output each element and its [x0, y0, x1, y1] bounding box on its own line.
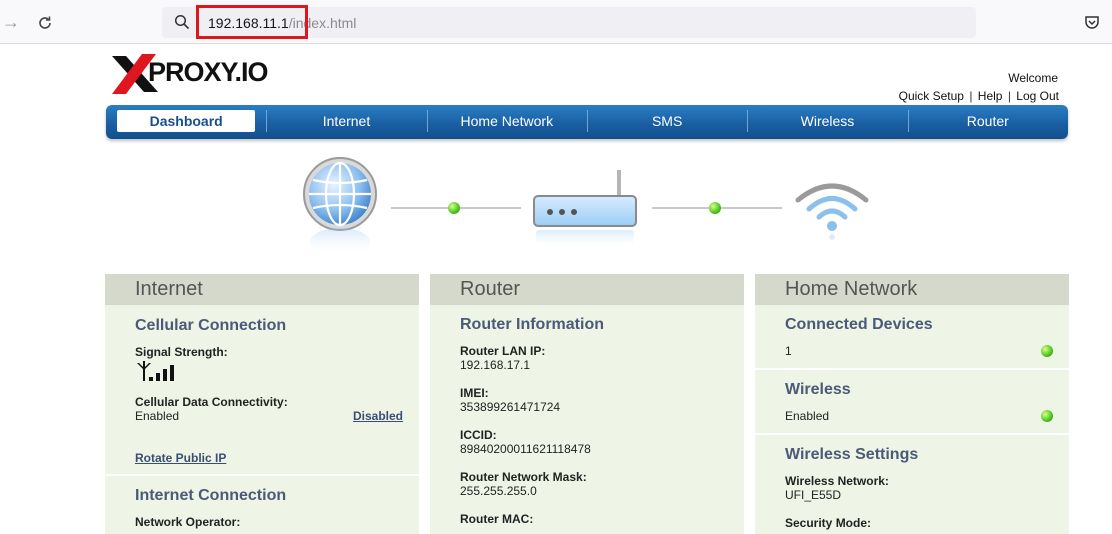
- internet-status-light: [448, 202, 460, 214]
- router-mac-label: Router MAC:: [460, 512, 534, 526]
- network-operator-label: Network Operator:: [135, 515, 241, 529]
- network-diagram: [300, 152, 880, 262]
- section-divider: [755, 368, 1069, 370]
- header-links: Quick Setup | Help | Log Out: [899, 89, 1059, 103]
- home-network-panel: Home Network Connected Devices 1 Wireles…: [755, 274, 1069, 534]
- xproxy-logo: PROXY.IO: [112, 54, 272, 94]
- network-mask-value: 255.255.255.0: [460, 484, 537, 498]
- signal-strength-label: Signal Strength:: [135, 345, 228, 359]
- pocket-icon[interactable]: [1084, 14, 1100, 30]
- url-highlight-box: [196, 5, 308, 39]
- devices-status-light: [1041, 345, 1053, 357]
- link-separator: |: [1007, 89, 1011, 103]
- iccid-value: 89840200011621118478: [460, 442, 591, 456]
- tab-home-network[interactable]: Home Network: [426, 105, 587, 139]
- search-icon: [174, 14, 190, 30]
- wireless-network-value: UFI_E55D: [785, 488, 842, 502]
- tab-label: SMS: [651, 113, 683, 129]
- router-lan-ip-value: 192.168.17.1: [460, 358, 531, 372]
- tab-wireless[interactable]: Wireless: [747, 105, 907, 139]
- section-divider: [105, 474, 419, 476]
- logo-text: PROXY.IO: [148, 57, 269, 87]
- reload-icon[interactable]: [36, 14, 54, 32]
- wifi-status-light: [709, 202, 721, 214]
- tab-router[interactable]: Router: [907, 105, 1068, 139]
- section-title: Internet Connection: [135, 487, 287, 504]
- tab-label: Router: [966, 113, 1009, 129]
- wireless-network-label: Wireless Network:: [785, 474, 889, 488]
- tab-dashboard[interactable]: Dashboard: [106, 105, 266, 139]
- panel-title: Home Network: [755, 274, 1069, 305]
- router-panel: Router Router Information Router LAN IP:…: [430, 274, 744, 534]
- tab-label: Wireless: [800, 113, 855, 129]
- panel-title: Internet: [105, 274, 419, 305]
- tab-label: Internet: [322, 113, 371, 129]
- network-mask-label: Router Network Mask:: [460, 470, 587, 484]
- section-title: Wireless Settings: [785, 446, 919, 463]
- wireless-status-value: Enabled: [785, 409, 830, 423]
- address-bar[interactable]: 192.168.11.1/index.html: [162, 5, 976, 39]
- imei-value: 353899261471724: [460, 400, 561, 414]
- iccid-label: ICCID:: [460, 428, 497, 442]
- forward-icon[interactable]: →: [2, 13, 20, 31]
- panel-title: Router: [430, 274, 744, 305]
- main-nav: Dashboard Internet Home Network SMS Wire…: [106, 105, 1068, 139]
- router-icon: [533, 170, 637, 248]
- wifi-icon: [795, 183, 869, 240]
- section-title: Connected Devices: [785, 316, 933, 333]
- internet-panel: Internet Cellular Connection Signal Stre…: [105, 274, 419, 534]
- data-connectivity-value: Enabled: [135, 409, 180, 423]
- welcome-text: Welcome: [1008, 71, 1058, 85]
- globe-icon: [303, 157, 377, 256]
- wireless-status-light: [1041, 410, 1053, 422]
- quick-setup-link[interactable]: Quick Setup: [899, 89, 964, 103]
- section-title: Cellular Connection: [135, 317, 287, 334]
- data-connectivity-label: Cellular Data Connectivity:: [135, 395, 288, 409]
- signal-bars-icon: [137, 361, 174, 381]
- section-title: Router Information: [460, 316, 604, 333]
- browser-toolbar: → 192.168.11.1/index.html: [0, 0, 1112, 44]
- security-mode-label: Security Mode:: [785, 516, 872, 530]
- section-title: Wireless: [785, 381, 851, 398]
- tab-sms[interactable]: SMS: [586, 105, 747, 139]
- router-lan-ip-label: Router LAN IP:: [460, 344, 546, 358]
- imei-label: IMEI:: [460, 386, 489, 400]
- logout-link[interactable]: Log Out: [1016, 89, 1059, 103]
- tab-label: Dashboard: [117, 110, 256, 132]
- connected-devices-count: 1: [785, 344, 792, 358]
- tab-internet[interactable]: Internet: [266, 105, 426, 139]
- tab-label: Home Network: [460, 113, 554, 129]
- section-divider: [755, 433, 1069, 435]
- link-separator: |: [969, 89, 973, 103]
- disable-data-link[interactable]: Disabled: [353, 409, 403, 423]
- help-link[interactable]: Help: [978, 89, 1003, 103]
- rotate-public-ip-link[interactable]: Rotate Public IP: [135, 451, 226, 465]
